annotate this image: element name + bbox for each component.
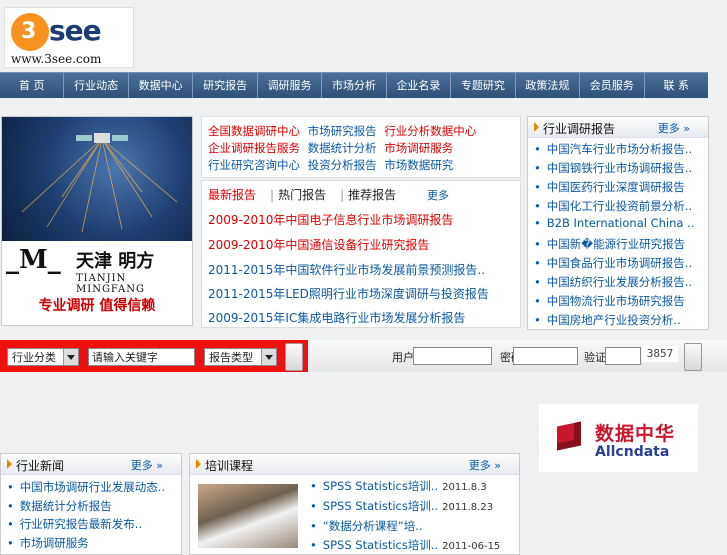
box-title: 培训课程 — [205, 459, 254, 473]
ad-name-en: Allcndata — [595, 444, 670, 460]
logo-word: see — [49, 14, 102, 47]
news-item[interactable]: 2009-2015年IC集成电路行业市场发展分析报告 — [208, 309, 518, 326]
news-item[interactable]: 2009-2010年中国通信设备行业研究报告 — [208, 236, 518, 253]
nav-item-3[interactable]: 数据中心 — [129, 73, 194, 98]
triangle-bullet-icon — [7, 459, 12, 469]
notice-link[interactable]: 全国数据调研中心 — [208, 124, 300, 138]
list-item[interactable]: “数据分析课程”培.. — [310, 518, 427, 534]
captcha-image[interactable]: 3857 — [642, 346, 678, 362]
box-title: 行业新闻 — [16, 459, 65, 473]
box-header: 培训课程 更多 » — [190, 454, 519, 475]
search-bar: 行业分类 请输入关键字 报告类型 — [0, 340, 308, 372]
category-select[interactable]: 行业分类 — [7, 348, 79, 366]
tab-latest[interactable]: 最新报告 — [208, 185, 256, 205]
banner-caption: 专业调研 值得信赖 — [38, 298, 156, 314]
news-more-link[interactable]: 更多 — [427, 187, 449, 203]
nav-item-home[interactable]: 首 页 — [0, 73, 65, 98]
triangle-bullet-icon — [534, 122, 539, 132]
nav-item-10[interactable]: 会员服务 — [580, 73, 645, 98]
notice-link[interactable]: 市场调研服务 — [384, 141, 453, 155]
site-logo[interactable]: 3 see www.3see.com — [4, 7, 134, 68]
triangle-bullet-icon — [196, 459, 201, 469]
nav-item-6[interactable]: 市场分析 — [322, 73, 387, 98]
list-item[interactable]: 中国物流行业市场研究报告 — [534, 293, 685, 309]
notice-link[interactable]: 数据统计分析 — [308, 141, 377, 155]
list-item[interactable]: B2B International China .. — [534, 216, 695, 230]
list-item[interactable]: 市场调研服务 — [7, 535, 89, 551]
satellite-graphic — [21, 133, 178, 233]
more-link[interactable]: 更多 » — [131, 457, 163, 473]
list-item[interactable]: 中国食品行业市场调研报告.. — [534, 255, 692, 271]
list-item[interactable]: 中国市场调研行业发展动态.. — [7, 479, 165, 495]
logo-mark: 3 — [11, 13, 49, 51]
notice-link[interactable]: 行业研究咨询中心 — [208, 158, 300, 172]
search-button[interactable] — [285, 343, 303, 371]
news-item[interactable]: 2011-2015年中国软件行业市场发展前景预测报告.. — [208, 261, 518, 278]
list-item[interactable]: 数据统计分析报告 — [7, 498, 112, 514]
more-link[interactable]: 更多 » — [658, 120, 690, 136]
main-nav: 首 页 行业动态 数据中心 研究报告 调研服务 市场分析 企业名录 专题研究 政… — [0, 72, 708, 98]
notice-link[interactable]: 投资分析报告 — [308, 158, 377, 172]
password-input[interactable] — [513, 347, 578, 365]
notice-links: 全国数据调研中心 市场研究报告 行业分析数据中心 企业调研报告服务 数据统计分析… — [201, 116, 521, 178]
list-item[interactable]: 行业研究报告最新发布.. — [7, 516, 142, 532]
chevron-down-icon — [261, 349, 276, 365]
list-item[interactable]: SPSS Statistics培训..2011.8.23 — [310, 498, 493, 514]
company-banner[interactable]: _M_ 天津 明方 TIANJIN MINGFANG 专业调研 值得信赖 — [1, 116, 193, 326]
brand-name-en: TIANJIN MINGFANG — [76, 273, 145, 295]
nav-item-5[interactable]: 调研服务 — [258, 73, 323, 98]
nav-item-7[interactable]: 企业名录 — [387, 73, 452, 98]
search-input[interactable]: 请输入关键字 — [88, 348, 195, 366]
industry-report-list: 行业调研报告 更多 » 中国汽车行业市场分析报告.. 中国钢铁行业市场调研报告.… — [527, 116, 709, 330]
list-item[interactable]: SPSS Statistics培训..2011-06-15 — [310, 537, 501, 553]
login-bar: 用户名 密码 验证码 3857 — [310, 340, 727, 372]
box-header: 行业新闻 更多 » — [1, 454, 181, 475]
notice-link[interactable]: 市场研究报告 — [308, 124, 377, 138]
brand-name-cn: 天津 明方 — [76, 251, 155, 272]
tab-hot[interactable]: 热门报告 — [278, 185, 326, 205]
chevron-down-icon — [63, 349, 78, 365]
banner-image — [2, 117, 192, 241]
news-item[interactable]: 2011-2015年LED照明行业市场深度调研与投资报告 — [208, 285, 518, 302]
news-tabs: 最新报告 | 热门报告 | 推荐报告 — [208, 185, 410, 205]
more-link[interactable]: 更多 » — [469, 457, 501, 473]
list-item[interactable]: 中国房地产行业投资分析.. — [534, 312, 681, 328]
username-input[interactable] — [413, 347, 492, 365]
list-item[interactable]: 中国化工行业投资前景分析.. — [534, 198, 692, 214]
list-item[interactable]: 中国医药行业深度调研报告 — [534, 179, 685, 195]
sponsor-ad[interactable]: 数据中华 Allcndata — [539, 404, 698, 472]
nav-item-4[interactable]: 研究报告 — [193, 73, 258, 98]
nav-item-2[interactable]: 行业动态 — [64, 73, 129, 98]
cube-logo-icon — [557, 421, 581, 451]
industry-news-box: 行业新闻 更多 » 中国市场调研行业发展动态.. 数据统计分析报告 行业研究报告… — [0, 453, 182, 555]
banner-brand: _M_ 天津 明方 TIANJIN MINGFANG — [2, 241, 192, 295]
logo-url: www.3see.com — [11, 52, 102, 66]
notice-link[interactable]: 市场数据研究 — [384, 158, 453, 172]
nav-item-8[interactable]: 专题研究 — [451, 73, 516, 98]
notice-link[interactable]: 企业调研报告服务 — [208, 141, 300, 155]
news-panel: 最新报告 | 热门报告 | 推荐报告 更多 2009-2010年中国电子信息行业… — [201, 180, 521, 328]
box-title: 行业调研报告 — [543, 122, 616, 136]
list-item[interactable]: 中国汽车行业市场分析报告.. — [534, 141, 692, 157]
list-item[interactable]: 中国纺织行业发展分析报告.. — [534, 274, 692, 290]
training-box: 培训课程 更多 » SPSS Statistics培训..2011.8.3 SP… — [189, 453, 520, 555]
tab-recommended[interactable]: 推荐报告 — [348, 185, 396, 205]
nav-item-contact[interactable]: 联 系 — [645, 73, 708, 98]
list-item[interactable]: 中国新�能源行业研究报告 — [534, 236, 685, 252]
login-button[interactable] — [684, 343, 702, 371]
training-photo[interactable] — [198, 484, 298, 548]
notice-link[interactable]: 行业分析数据中心 — [384, 124, 476, 138]
news-item[interactable]: 2009-2010年中国电子信息行业市场调研报告 — [208, 211, 518, 228]
box-header: 行业调研报告 更多 » — [528, 117, 708, 138]
nav-item-9[interactable]: 政策法规 — [516, 73, 581, 98]
captcha-input[interactable] — [605, 347, 641, 365]
list-item[interactable]: SPSS Statistics培训..2011.8.3 — [310, 478, 487, 494]
ad-name-cn: 数据中华 — [595, 423, 676, 445]
list-item[interactable]: 中国钢铁行业市场调研报告.. — [534, 160, 692, 176]
brand-mark: _M_ — [6, 245, 61, 275]
report-type-select[interactable]: 报告类型 — [204, 348, 277, 366]
